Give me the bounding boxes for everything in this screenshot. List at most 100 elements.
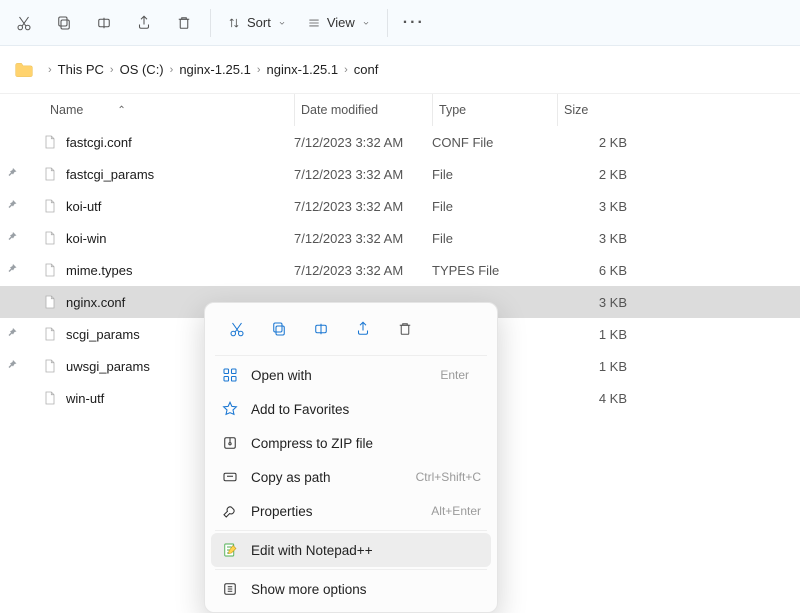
menu-separator: [215, 355, 487, 356]
sort-dropdown[interactable]: Sort: [217, 5, 297, 41]
file-size-cell: 3 KB: [557, 295, 635, 310]
chevron-down-icon: [277, 18, 287, 28]
menu-label: Edit with Notepad++: [251, 543, 481, 558]
table-row[interactable]: koi-utf7/12/2023 3:32 AMFile3 KB: [0, 190, 800, 222]
properties-item[interactable]: Properties Alt+Enter: [211, 494, 491, 528]
file-name: koi-win: [66, 231, 106, 246]
header-size-label: Size: [564, 103, 588, 117]
file-date-cell: 7/12/2023 3:32 AM: [294, 167, 432, 182]
copy-path-item[interactable]: Copy as path Ctrl+Shift+C: [211, 460, 491, 494]
pin-icon: [6, 231, 18, 246]
chevron-down-icon: [361, 18, 371, 28]
star-icon: [221, 400, 239, 418]
file-size-cell: 1 KB: [557, 359, 635, 374]
context-menu: Open with Enter Add to Favorites Compres…: [204, 302, 498, 613]
menu-separator: [215, 530, 487, 531]
file-name: win-utf: [66, 391, 104, 406]
header-name[interactable]: Name ⌃: [0, 103, 294, 117]
header-date[interactable]: Date modified: [294, 94, 432, 126]
chevron-right-icon: ›: [110, 64, 114, 76]
view-label: View: [327, 15, 355, 30]
path-icon: [221, 468, 239, 486]
share-button[interactable]: [343, 313, 383, 345]
pin-icon: [6, 327, 18, 342]
top-toolbar: Sort View ···: [0, 0, 800, 46]
file-name-cell: koi-utf: [0, 197, 294, 215]
show-more-options-item[interactable]: Show more options: [211, 572, 491, 606]
menu-label: Add to Favorites: [251, 402, 481, 417]
sort-ascending-icon: ⌃: [117, 105, 125, 116]
menu-label: Compress to ZIP file: [251, 436, 481, 451]
file-size-cell: 2 KB: [557, 135, 635, 150]
file-name-cell: koi-win: [0, 229, 294, 247]
table-row[interactable]: mime.types 7/12/2023 3:32 AMTYPES File6 K…: [0, 254, 800, 286]
add-favorites-item[interactable]: Add to Favorites: [211, 392, 491, 426]
rename-button[interactable]: [301, 313, 341, 345]
file-name-cell: fastcgi_params: [0, 165, 294, 183]
delete-button[interactable]: [164, 5, 204, 41]
file-name-cell: mime.types: [0, 261, 294, 279]
menu-label: Copy as path: [251, 470, 404, 485]
breadcrumb-segment[interactable]: This PC: [58, 62, 104, 77]
more-options-icon: [221, 580, 239, 598]
file-name: mime.types: [66, 263, 132, 278]
rename-button[interactable]: [84, 5, 124, 41]
copy-button[interactable]: [44, 5, 84, 41]
file-type-cell: CONF File: [432, 135, 557, 150]
table-row[interactable]: koi-win7/12/2023 3:32 AMFile3 KB: [0, 222, 800, 254]
copy-button[interactable]: [259, 313, 299, 345]
file-type-cell: File: [432, 199, 557, 214]
header-date-label: Date modified: [301, 103, 378, 117]
file-date-cell: 7/12/2023 3:32 AM: [294, 263, 432, 278]
breadcrumb-segment[interactable]: nginx-1.25.1: [179, 62, 251, 77]
edit-notepadpp-item[interactable]: Edit with Notepad++: [211, 533, 491, 567]
file-name: koi-utf: [66, 199, 101, 214]
file-name: fastcgi_params: [66, 167, 154, 182]
header-type[interactable]: Type: [432, 94, 557, 126]
file-name-cell: fastcgi.conf: [0, 133, 294, 151]
open-with-icon: [221, 366, 239, 384]
chevron-right-icon: ›: [170, 64, 174, 76]
header-size[interactable]: Size: [557, 94, 635, 126]
file-name: nginx.conf: [66, 295, 125, 310]
delete-button[interactable]: [385, 313, 425, 345]
zip-icon: [221, 434, 239, 452]
compress-zip-item[interactable]: Compress to ZIP file: [211, 426, 491, 460]
menu-label: Open with: [251, 368, 428, 383]
pin-icon: [6, 359, 18, 374]
breadcrumb-segment[interactable]: OS (C:): [120, 62, 164, 77]
file-type-cell: File: [432, 231, 557, 246]
chevron-right-icon: ›: [344, 64, 348, 76]
menu-shortcut: Alt+Enter: [431, 504, 481, 518]
file-name: fastcgi.conf: [66, 135, 132, 150]
file-size-cell: 3 KB: [557, 231, 635, 246]
menu-label: Properties: [251, 504, 419, 519]
breadcrumb-segment[interactable]: conf: [354, 62, 379, 77]
table-row[interactable]: fastcgi_params7/12/2023 3:32 AMFile2 KB: [0, 158, 800, 190]
breadcrumb-segment[interactable]: nginx-1.25.1: [267, 62, 339, 77]
toolbar-separator: [210, 9, 211, 37]
file-size-cell: 1 KB: [557, 327, 635, 342]
sort-label: Sort: [247, 15, 271, 30]
file-date-cell: 7/12/2023 3:32 AM: [294, 199, 432, 214]
folder-icon: [14, 61, 34, 79]
menu-shortcut: Ctrl+Shift+C: [416, 470, 481, 484]
file-type-cell: TYPES File: [432, 263, 557, 278]
notepad-icon: [221, 541, 239, 559]
file-size-cell: 6 KB: [557, 263, 635, 278]
cut-button[interactable]: [217, 313, 257, 345]
menu-shortcut: Enter: [440, 368, 469, 382]
share-button[interactable]: [124, 5, 164, 41]
file-name: uwsgi_params: [66, 359, 150, 374]
file-name: scgi_params: [66, 327, 140, 342]
file-size-cell: 2 KB: [557, 167, 635, 182]
view-dropdown[interactable]: View: [297, 5, 381, 41]
pin-icon: [6, 199, 18, 214]
cut-button[interactable]: [4, 5, 44, 41]
more-button[interactable]: ···: [394, 5, 434, 41]
chevron-right-icon: ›: [48, 64, 52, 76]
menu-separator: [215, 569, 487, 570]
menu-label: Show more options: [251, 582, 481, 597]
table-row[interactable]: fastcgi.conf7/12/2023 3:32 AMCONF File2 …: [0, 126, 800, 158]
open-with-item[interactable]: Open with Enter: [211, 358, 491, 392]
